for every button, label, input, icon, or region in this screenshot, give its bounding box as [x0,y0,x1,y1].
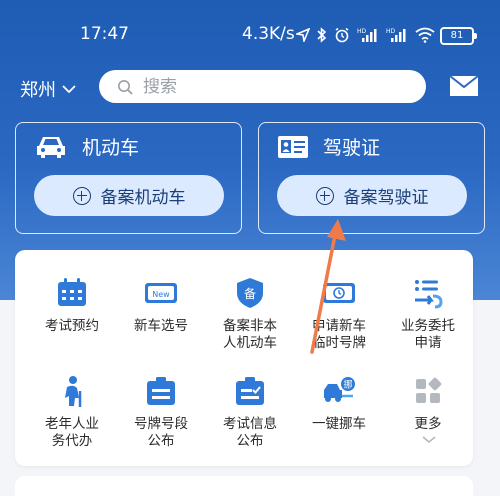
bluetooth-icon [317,27,327,43]
service-new-plate[interactable]: New 新车选号 [116,276,206,335]
exam-info-icon [236,377,264,405]
service-label-line1: 业务委托 [401,318,455,334]
service-label-line2: 公布 [147,433,175,449]
chevron-down-icon[interactable] [422,436,436,444]
wifi-icon [415,27,435,43]
service-label-line2: 人机动车 [223,335,277,351]
battery-icon: 81 [440,27,477,45]
service-label-line2: 公布 [236,433,264,449]
service-label-line2: 申请 [414,335,442,351]
service-label-line1: 老年人业 [45,416,99,432]
svg-text:挪: 挪 [343,379,352,391]
car-icon [37,136,65,158]
signal-hd-icon: HD [386,28,406,42]
shield-icon: 备 [237,278,263,308]
next-section [15,476,473,496]
network-speed: 4.3K/s [242,24,295,44]
register-license-button[interactable]: 备案驾驶证 [277,175,467,216]
service-nonlocal-vehicle[interactable]: 备 备案非本 人机动车 [205,276,295,352]
vehicle-card-title: 机动车 [82,137,140,159]
temp-plate-icon [323,283,355,303]
more-icon [416,377,442,403]
service-label: 新车选号 [134,318,188,334]
service-label-line1: 备案非本 [223,318,277,334]
svg-text:New: New [152,290,170,299]
signal-hd-icon: HD [357,28,377,42]
search-input[interactable] [141,75,405,98]
register-vehicle-label: 备案机动车 [100,188,186,208]
service-label-line1: 申请新车 [312,318,366,334]
license-card: 驾驶证 备案驾驶证 [258,122,485,234]
status-icons: HD HD [296,26,435,44]
plus-circle-icon [315,186,334,205]
service-temp-plate[interactable]: 申请新车 临时号牌 [294,276,384,352]
license-card-title: 驾驶证 [323,137,381,159]
search-bar[interactable] [99,70,426,103]
service-move-car[interactable]: 挪 一键挪车 [294,374,384,433]
mail-icon[interactable] [449,75,479,97]
plus-circle-icon [72,186,91,205]
calendar-icon [58,278,86,306]
new-plate-icon: New [145,283,177,303]
service-exam-info[interactable]: 考试信息 公布 [205,374,295,450]
services-panel: 考试预约 New 新车选号 备 备案非本 人机动车 申请新车 临时号牌 业务委托… [15,250,473,466]
alarm-icon [335,27,349,43]
id-card-icon [278,135,308,158]
svg-text:HD: HD [357,28,367,35]
delegate-icon [415,280,443,309]
svg-text:HD: HD [386,28,396,35]
status-time: 17:47 [80,24,129,44]
location-arrow-icon [296,28,310,42]
service-more[interactable]: 更多 [383,374,473,433]
service-plate-segment[interactable]: 号牌号段 公布 [116,374,206,450]
status-bar: 17:47 4.3K/s HD HD 81 [0,0,500,62]
elderly-icon [65,376,82,407]
service-label: 考试预约 [45,318,99,334]
move-car-icon: 挪 [324,377,355,402]
service-label: 一键挪车 [312,416,366,432]
license-card-header: 驾驶证 [277,133,380,160]
register-license-label: 备案驾驶证 [343,188,429,208]
service-exam-booking[interactable]: 考试预约 [27,276,117,335]
city-label: 郑州 [20,80,56,101]
svg-text:备: 备 [244,287,256,301]
city-selector[interactable]: 郑州 [20,76,76,102]
service-elderly[interactable]: 老年人业 务代办 [27,374,117,450]
service-label-line2: 务代办 [51,433,93,449]
chevron-down-icon [62,85,76,94]
search-icon [118,79,133,95]
plate-segment-icon [147,377,175,405]
vehicle-card: 机动车 备案机动车 [15,122,242,234]
service-label-line2: 临时号牌 [312,335,366,351]
service-label-line1: 考试信息 [223,416,277,432]
service-label: 更多 [414,416,442,432]
service-delegate[interactable]: 业务委托 申请 [383,276,473,352]
register-vehicle-button[interactable]: 备案机动车 [34,175,224,216]
service-label-line1: 号牌号段 [134,416,188,432]
vehicle-card-header: 机动车 [34,133,139,160]
